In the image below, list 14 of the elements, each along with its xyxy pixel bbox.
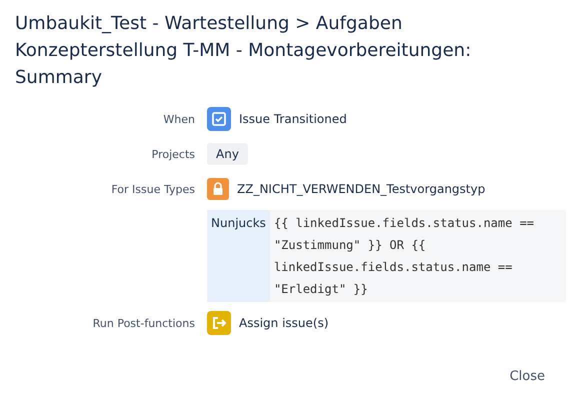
close-button[interactable]: Close — [504, 365, 551, 388]
lock-icon — [207, 178, 229, 200]
field-label: Run Post-functions — [92, 316, 195, 330]
field-label: For Issue Types — [111, 182, 195, 196]
language-label: Nunjucks — [207, 210, 270, 302]
checkbox-icon — [207, 107, 231, 131]
trigger-name: Issue Transitioned — [239, 112, 347, 126]
project-tag: Any — [207, 143, 248, 165]
field-label: When — [163, 112, 195, 126]
field-label: Projects — [152, 148, 195, 160]
issue-type-name: ZZ_NICHT_VERWENDEN_Testvorgangstyp — [237, 182, 486, 196]
post-function-name: Assign issue(s) — [239, 316, 329, 330]
dialog-title: Umbaukit_Test - Wartestellung > Aufgaben Konzepterstellung T-MM - Montagevorbereitungen: Summary — [15, 12, 472, 90]
condition-expression: {{ linkedIssue.fields.status.name == "Zustimmung" }} OR {{ linkedIssue.fields.status.name == "Erledigt" }} — [272, 215, 536, 298]
